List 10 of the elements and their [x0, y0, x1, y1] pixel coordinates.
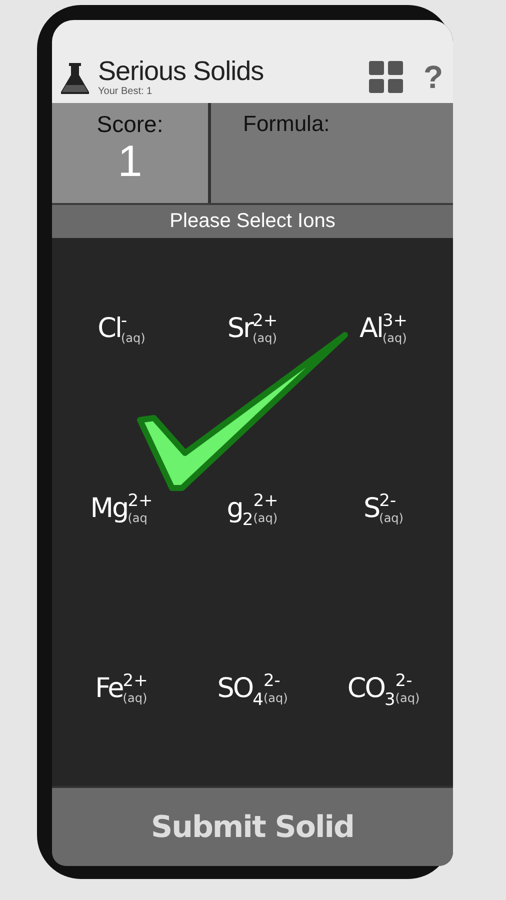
submit-button[interactable]: Submit Solid — [52, 786, 453, 866]
score-label: Score: — [96, 111, 164, 138]
app-title: Serious Solids — [98, 56, 265, 86]
grid-icon[interactable] — [369, 61, 404, 93]
best-score: Your Best: 1 — [98, 86, 154, 97]
prompt-bar: Please Select Ions — [52, 203, 453, 238]
flask-icon — [60, 61, 90, 95]
score-value: 1 — [118, 138, 142, 186]
formula-label: Formula: — [243, 111, 331, 137]
help-button[interactable]: ? — [423, 59, 443, 95]
